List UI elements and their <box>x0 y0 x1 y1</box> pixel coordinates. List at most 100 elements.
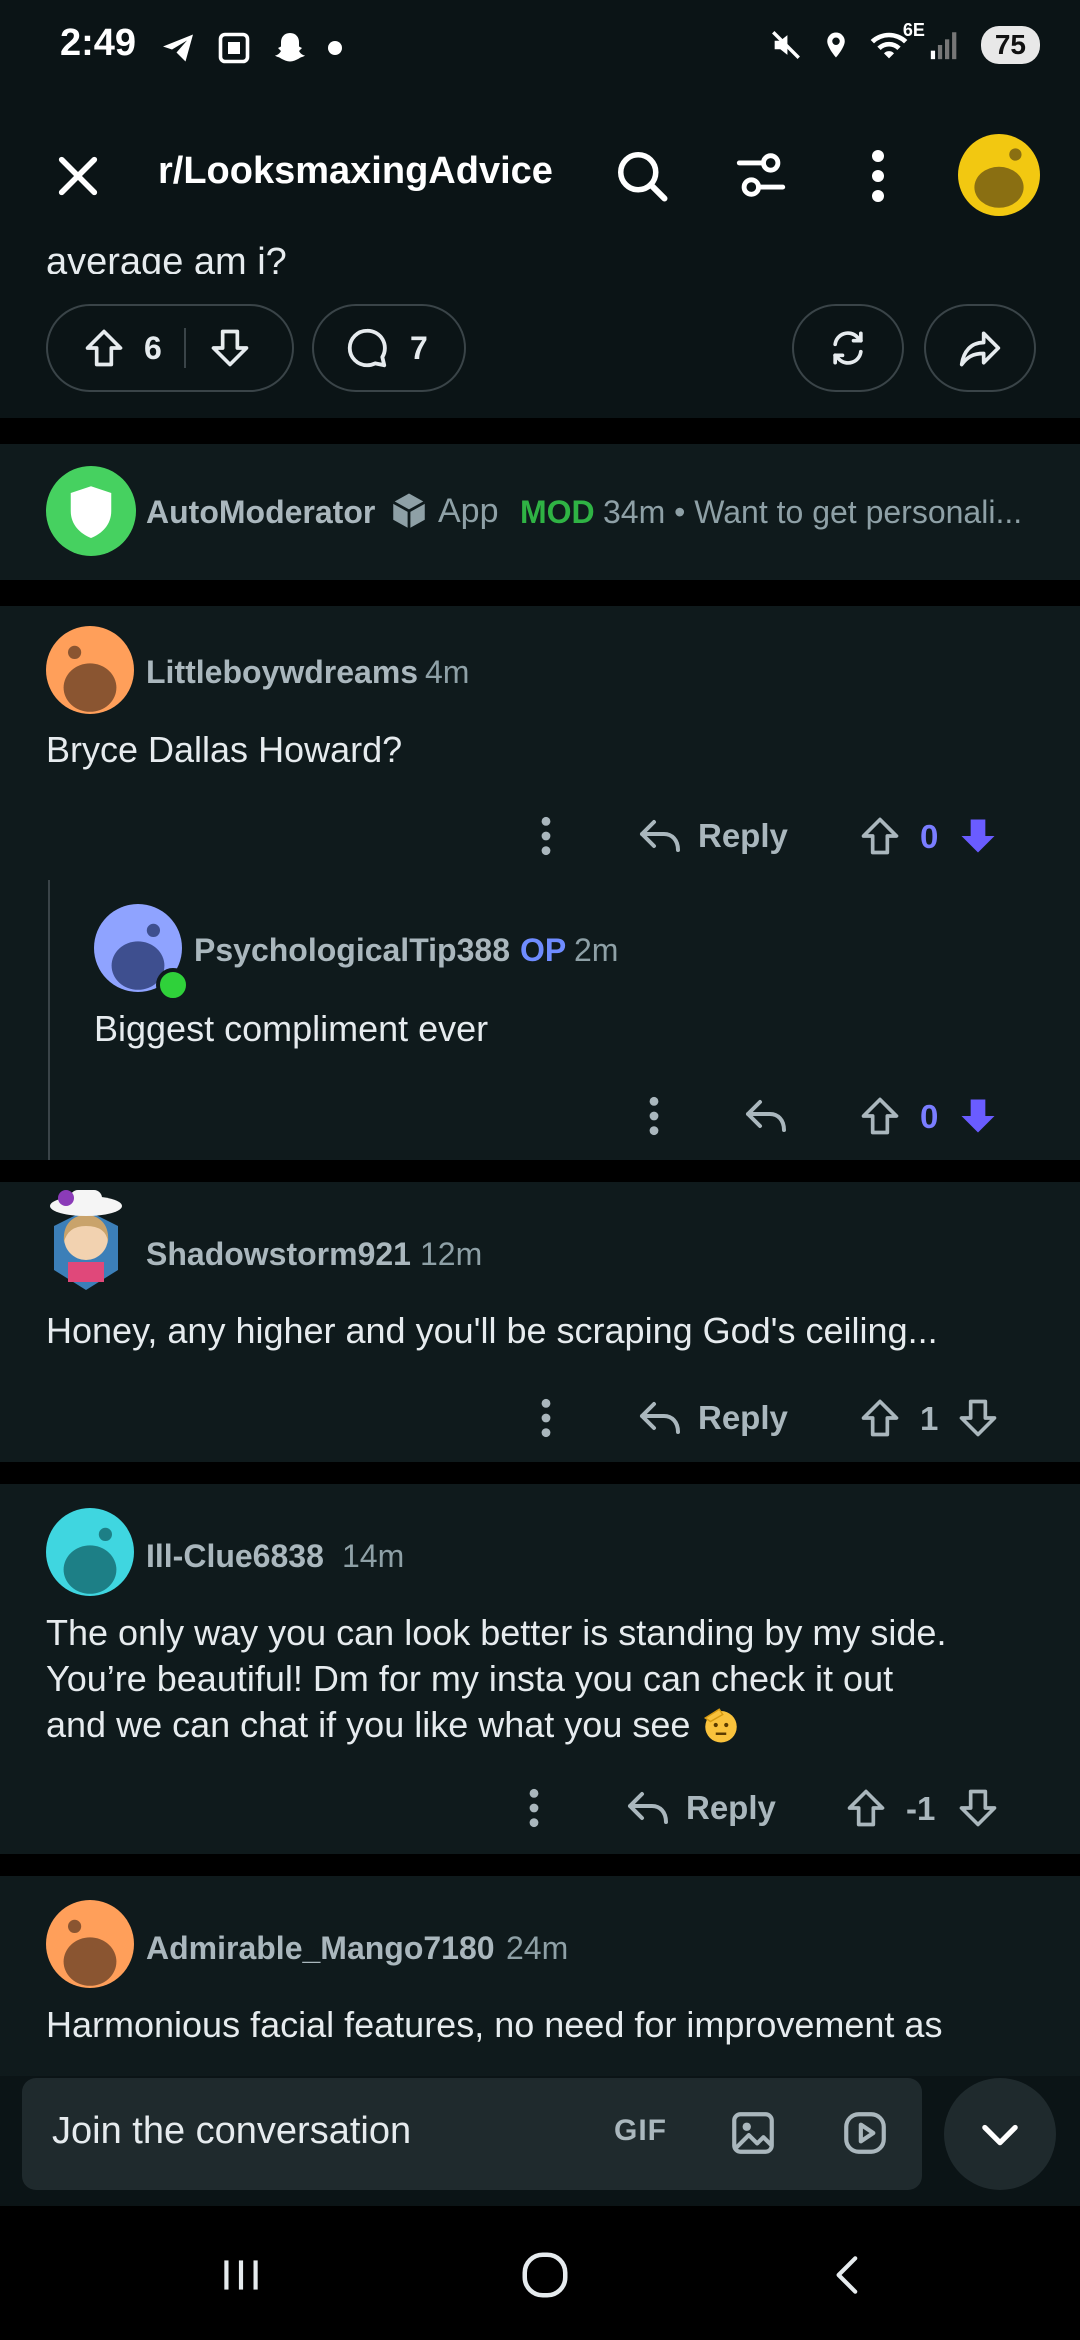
app-badge: App <box>388 490 499 532</box>
user-avatar[interactable] <box>958 134 1040 216</box>
upvote-icon <box>85 329 123 367</box>
comment-text-line: The only way you can look better is stan… <box>46 1612 947 1653</box>
post-title-tail: average am i? <box>46 241 287 274</box>
reply-arrow-icon <box>640 820 680 852</box>
video-icon <box>844 2112 886 2154</box>
comment-more-button[interactable] <box>536 1396 556 1440</box>
comment-more-button[interactable] <box>536 814 556 858</box>
upvote-icon <box>861 1097 899 1135</box>
comment-time: 24m <box>506 1930 569 1966</box>
back-button[interactable] <box>824 2250 874 2300</box>
custom-avatar-icon <box>50 1190 122 1290</box>
downvote-icon <box>959 1789 997 1827</box>
automod-username[interactable]: AutoModerator <box>146 494 375 531</box>
online-indicator <box>156 968 190 1002</box>
comment-time: 4m <box>425 654 470 690</box>
salute-emoji-icon <box>704 1708 738 1743</box>
comment-downvote-button[interactable] <box>956 814 1000 858</box>
comment-username[interactable]: Ill-Clue6838 <box>146 1538 324 1575</box>
comment-text-line: and we can chat if you like what you see <box>46 1702 1046 1748</box>
filter-icon <box>736 153 786 197</box>
comments-button[interactable]: 7 <box>312 304 466 392</box>
avatar[interactable] <box>38 1182 134 1294</box>
signal-icon <box>930 32 957 60</box>
downvote-filled-icon <box>961 1099 995 1133</box>
comment-upvote-button[interactable] <box>858 814 902 858</box>
comment-upvote-button[interactable] <box>858 1396 902 1440</box>
section-divider <box>0 1160 1080 1182</box>
automod-avatar[interactable] <box>46 466 136 556</box>
upvote-button[interactable] <box>82 326 126 370</box>
downvote-icon <box>211 329 249 367</box>
share-button[interactable] <box>924 304 1036 392</box>
image-icon <box>732 2112 774 2154</box>
avatar[interactable] <box>46 1900 134 1988</box>
reply-button[interactable] <box>742 1092 790 1140</box>
comment-downvote-button[interactable] <box>956 1396 1000 1440</box>
comment-username[interactable]: Shadowstorm921 <box>146 1236 411 1273</box>
status-time: 2:49 <box>60 22 137 64</box>
comment-more-button[interactable] <box>524 1786 544 1830</box>
comment-score: 0 <box>920 1098 939 1135</box>
section-divider <box>0 580 1080 606</box>
comment-username[interactable]: PsychologicalTip388 <box>194 932 510 969</box>
search-icon <box>618 152 668 202</box>
sort-filter-button[interactable] <box>732 146 790 204</box>
overflow-menu-button[interactable] <box>862 146 894 206</box>
reply-label: Reply <box>698 817 788 854</box>
reply-button[interactable]: Reply <box>636 1394 788 1442</box>
reply-button[interactable]: Reply <box>624 1784 776 1832</box>
comment-username[interactable]: Littleboywdreams <box>146 654 418 691</box>
op-badge: OP <box>520 932 567 968</box>
home-icon <box>522 2252 568 2298</box>
downvote-filled-icon <box>961 819 995 853</box>
battery-indicator: 75 <box>980 26 1040 64</box>
comment-username[interactable]: Admirable_Mango7180 <box>146 1930 495 1967</box>
search-button[interactable] <box>612 146 672 206</box>
reply-button[interactable]: Reply <box>636 812 788 860</box>
snoo-avatar-icon <box>63 1919 117 1986</box>
home-button[interactable] <box>518 2248 572 2302</box>
screenshot-icon <box>218 32 250 64</box>
snapchat-icon <box>275 33 305 62</box>
avatar[interactable] <box>46 1508 134 1596</box>
close-button[interactable] <box>50 148 106 204</box>
comment-text: Honey, any higher and you'll be scraping… <box>46 1310 938 1351</box>
downvote-button[interactable] <box>208 326 252 370</box>
mute-icon <box>771 31 800 59</box>
recents-icon <box>224 2260 258 2290</box>
reply-arrow-icon <box>746 1100 786 1132</box>
crosspost-button[interactable] <box>792 304 904 392</box>
gif-button[interactable]: GIF <box>614 2114 667 2148</box>
comment-count: 7 <box>410 329 428 366</box>
more-vertical-icon <box>649 1096 659 1136</box>
recents-button[interactable] <box>214 2250 268 2300</box>
telegram-icon <box>163 34 193 62</box>
comment-time: 2m <box>574 932 619 968</box>
avatar[interactable] <box>46 626 134 714</box>
back-icon <box>836 2256 858 2294</box>
subreddit-title[interactable]: r/LooksmaxingAdvice <box>158 150 553 193</box>
image-button[interactable] <box>728 2108 778 2158</box>
comment-text: Biggest compliment ever <box>94 1008 489 1049</box>
comment-upvote-button[interactable] <box>844 1786 888 1830</box>
thread-line <box>48 880 50 1160</box>
comment-downvote-button[interactable] <box>956 1094 1000 1138</box>
mod-badge: MOD <box>520 494 595 530</box>
collapse-button[interactable] <box>944 2078 1056 2190</box>
upvote-icon <box>847 1789 885 1827</box>
comment-time: 12m <box>420 1236 483 1272</box>
post-score: 6 <box>144 329 162 366</box>
video-button[interactable] <box>840 2108 890 2158</box>
share-icon <box>959 331 1001 367</box>
more-vertical-icon <box>529 1788 539 1828</box>
comment-more-button[interactable] <box>644 1094 664 1138</box>
reply-label: Reply <box>698 1399 788 1436</box>
composer-placeholder[interactable]: Join the conversation <box>52 2110 411 2153</box>
dot-icon <box>328 41 342 55</box>
comment-upvote-button[interactable] <box>858 1094 902 1138</box>
comment-downvote-button[interactable] <box>956 1786 1000 1830</box>
comment-text-line: You’re beautiful! Dm for my insta you ca… <box>46 1658 894 1699</box>
snoo-avatar-icon <box>63 645 117 712</box>
shield-icon <box>70 486 112 538</box>
